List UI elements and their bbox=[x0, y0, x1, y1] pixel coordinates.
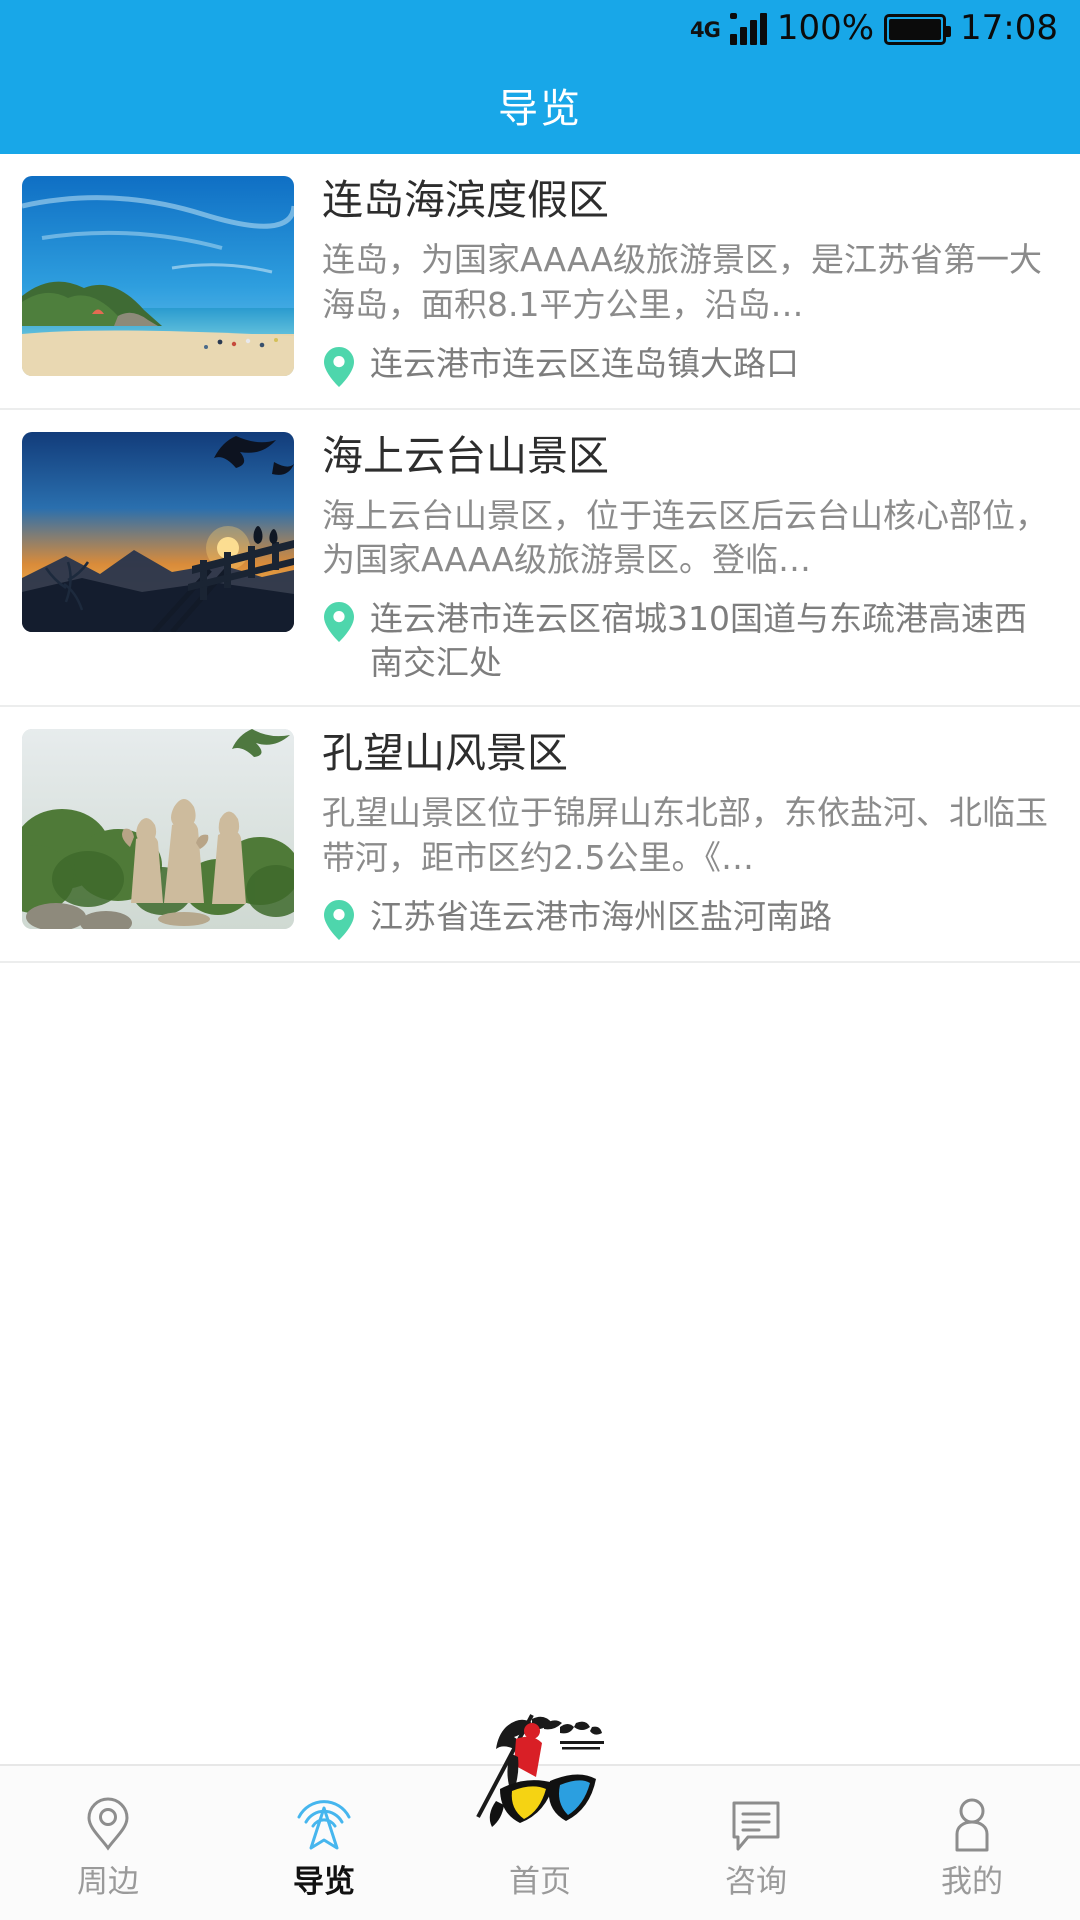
list-item[interactable]: 孔望山风景区 孔望山景区位于锦屏山东北部，东依盐河、北临玉带河，距市区约2.5公… bbox=[0, 707, 1080, 963]
tab-consult[interactable]: 咨询 bbox=[648, 1766, 864, 1920]
tab-label: 我的 bbox=[941, 1863, 1003, 1900]
bottom-tab-bar: 周边 导览 首页 咨询 我的 bbox=[0, 1714, 1080, 1920]
app-header: 导览 bbox=[0, 56, 1080, 154]
location-pin-icon bbox=[322, 342, 362, 388]
app-root: 4G 100% 17:08 导览 连岛海滨度假区 连岛，为国家AAAA级旅游景区… bbox=[0, 0, 1080, 1920]
list-item[interactable]: 海上云台山景区 海上云台山景区，位于连云区后云台山核心部位，为国家AAAA级旅游… bbox=[0, 409, 1080, 708]
tab-home[interactable]: 首页 bbox=[432, 1714, 648, 1920]
network-type-label: 4G bbox=[689, 18, 721, 42]
attraction-list: 连岛海滨度假区 连岛，为国家AAAA级旅游景区，是江苏省第一大海岛，面积8.1平… bbox=[0, 154, 1080, 1364]
list-item[interactable]: 连岛海滨度假区 连岛，为国家AAAA级旅游景区，是江苏省第一大海岛，面积8.1平… bbox=[0, 154, 1080, 410]
map-pin-icon bbox=[82, 1795, 134, 1857]
location-pin-icon bbox=[322, 597, 362, 643]
tab-mine[interactable]: 我的 bbox=[864, 1766, 1080, 1920]
attraction-address: 连云港市连云区宿城310国道与东疏港高速西南交汇处 bbox=[370, 599, 1027, 683]
attraction-name: 孔望山风景区 bbox=[322, 729, 568, 778]
attraction-name: 海上云台山景区 bbox=[322, 431, 609, 480]
page-title: 导览 bbox=[498, 86, 582, 132]
tab-label: 导览 bbox=[293, 1863, 355, 1900]
status-clock: 17:08 bbox=[960, 8, 1058, 48]
tab-label: 周边 bbox=[77, 1863, 139, 1900]
signal-bars-icon bbox=[729, 13, 767, 45]
attraction-name: 连岛海滨度假区 bbox=[322, 176, 609, 224]
chat-bubble-icon bbox=[728, 1795, 784, 1857]
tab-nearby[interactable]: 周边 bbox=[0, 1766, 216, 1920]
location-pin-icon bbox=[322, 895, 362, 941]
battery-percent-label: 100% bbox=[776, 8, 875, 48]
attraction-address-row: 连云港市连云区宿城310国道与东疏港高速西南交汇处 bbox=[322, 597, 1054, 685]
attraction-address: 连云港市连云区连岛镇大路口 bbox=[370, 343, 799, 383]
attraction-description: 孔望山景区位于锦屏山东北部，东依盐河、北临玉带河，距市区约2.5公里。《… bbox=[322, 792, 1048, 877]
attraction-thumbnail bbox=[22, 729, 294, 930]
attraction-thumbnail bbox=[22, 176, 294, 376]
radar-broadcast-icon bbox=[296, 1795, 352, 1857]
attraction-thumbnail bbox=[22, 431, 294, 632]
attraction-address-row: 江苏省连云港市海州区盐河南路 bbox=[322, 895, 1054, 941]
app-logo-icon bbox=[465, 1692, 615, 1842]
attraction-address: 江苏省连云港市海州区盐河南路 bbox=[370, 896, 832, 936]
tab-label: 咨询 bbox=[725, 1863, 787, 1900]
battery-full-icon bbox=[884, 14, 952, 45]
status-bar: 4G 100% 17:08 bbox=[0, 0, 1080, 56]
attraction-description: 连岛，为国家AAAA级旅游景区，是江苏省第一大海岛，面积8.1平方公里，沿岛… bbox=[322, 239, 1043, 324]
tab-guide[interactable]: 导览 bbox=[216, 1766, 432, 1920]
attraction-description: 海上云台山景区，位于连云区后云台山核心部位，为国家AAAA级旅游景区。登临… bbox=[322, 495, 1048, 580]
tab-label: 首页 bbox=[509, 1863, 571, 1900]
user-person-icon bbox=[946, 1795, 998, 1857]
attraction-address-row: 连云港市连云区连岛镇大路口 bbox=[322, 342, 1054, 388]
